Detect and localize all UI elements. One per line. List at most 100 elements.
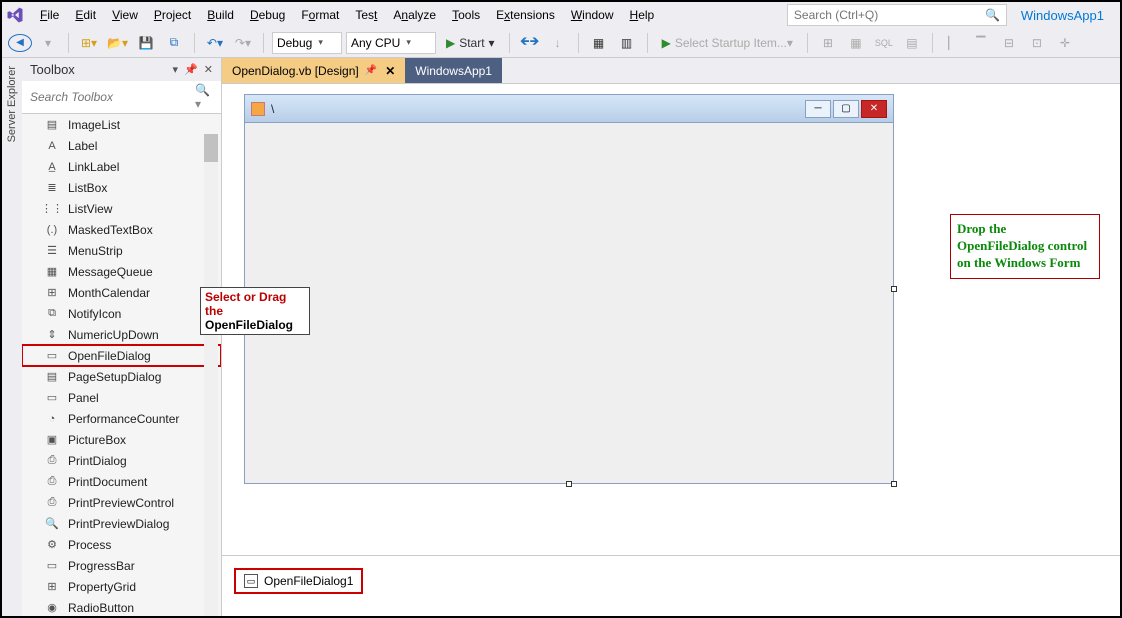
search-input[interactable] — [788, 8, 979, 22]
toolbox-item-process[interactable]: ⚙Process — [22, 534, 221, 555]
menu-edit[interactable]: Edit — [67, 5, 104, 25]
toolbox-item-menustrip[interactable]: ☰MenuStrip — [22, 240, 221, 261]
toolbox-item-label[interactable]: ALabel — [22, 135, 221, 156]
menu-view[interactable]: View — [104, 5, 146, 25]
toolbox-item-linklabel[interactable]: A̲LinkLabel — [22, 156, 221, 177]
add-existing-icon[interactable]: ▥ — [615, 31, 639, 55]
menu-build[interactable]: Build — [199, 5, 242, 25]
menu-extensions[interactable]: Extensions — [488, 5, 563, 25]
menu-analyze[interactable]: Analyze — [385, 5, 444, 25]
toolbox-item-messagequeue[interactable]: ▦MessageQueue — [22, 261, 221, 282]
toolbox-item-notifyicon[interactable]: ⧉NotifyIcon — [22, 303, 221, 324]
printdocument-icon: ⎙ — [44, 474, 60, 490]
step-into-icon[interactable]: ↓ — [546, 31, 570, 55]
menu-project[interactable]: Project — [146, 5, 199, 25]
toolbox-search-input[interactable] — [26, 88, 191, 106]
toolbox-item-pagesetupdialog[interactable]: ▤PageSetupDialog — [22, 366, 221, 387]
add-item-icon[interactable]: ▦ — [587, 31, 611, 55]
new-project-icon[interactable]: ⊞▾ — [77, 31, 101, 55]
resize-handle-bottom[interactable] — [566, 481, 572, 487]
linklabel-icon: A̲ — [44, 159, 60, 175]
toolbox-item-performancecounter[interactable]: ◔PerformanceCounter — [22, 408, 221, 429]
toolbox-item-maskedtextbox[interactable]: (.)MaskedTextBox — [22, 219, 221, 240]
toolbox-item-imagelist[interactable]: ▤ImageList — [22, 114, 221, 135]
tab-close-icon[interactable]: ✕ — [385, 64, 395, 78]
menu-debug[interactable]: Debug — [242, 5, 293, 25]
browser-link-icon[interactable]: 🡸🡺 — [518, 31, 542, 55]
center-h-icon[interactable]: ⊡ — [1025, 31, 1049, 55]
messagequeue-icon: ▦ — [44, 264, 60, 280]
toolbox-item-numericupdown[interactable]: ⇕NumericUpDown — [22, 324, 221, 345]
menu-tools[interactable]: Tools — [444, 5, 488, 25]
toolbox-item-radiobutton[interactable]: ◉RadioButton — [22, 597, 221, 616]
server-explorer-tab[interactable]: Server Explorer — [2, 58, 22, 616]
grid-icon[interactable]: ▦ — [844, 31, 868, 55]
redo-icon[interactable]: ↷▾ — [231, 31, 255, 55]
nav-forward-button[interactable]: ▾ — [36, 31, 60, 55]
resize-handle-right[interactable] — [891, 286, 897, 292]
component-tray[interactable]: ▭ OpenFileDialog1 — [222, 556, 1120, 616]
form-client-area[interactable] — [245, 123, 893, 483]
maximize-icon[interactable]: ▢ — [833, 100, 859, 118]
tab-opendialog-design[interactable]: OpenDialog.vb [Design] 📌 ✕ — [222, 58, 405, 83]
save-icon[interactable]: 💾 — [134, 31, 158, 55]
menu-window[interactable]: Window — [563, 5, 622, 25]
center-v-icon[interactable]: ✛ — [1053, 31, 1077, 55]
pin-icon[interactable]: 📌 — [184, 63, 198, 76]
tab-pin-icon[interactable]: 📌 — [365, 65, 377, 76]
resize-handle-corner[interactable] — [891, 481, 897, 487]
sql-icon[interactable]: SQL — [872, 31, 896, 55]
close-icon[interactable]: ✕ — [204, 63, 213, 76]
monthcalendar-icon: ⊞ — [44, 285, 60, 301]
toolbox-item-propertygrid[interactable]: ⊞PropertyGrid — [22, 576, 221, 597]
start-debug-button[interactable]: ▶Start▾ — [440, 32, 501, 54]
toolbox-item-printdialog[interactable]: ⎙PrintDialog — [22, 450, 221, 471]
window-position-icon[interactable]: ▾ — [173, 63, 179, 76]
toolbox-search[interactable]: 🔍▾ — [22, 81, 221, 114]
menu-test[interactable]: Test — [347, 5, 385, 25]
toolbox-header[interactable]: Toolbox ▾ 📌 ✕ — [22, 58, 221, 81]
minimize-icon[interactable]: ─ — [805, 100, 831, 118]
toolbox-item-progressbar[interactable]: ▭ProgressBar — [22, 555, 221, 576]
toolbox-item-picturebox[interactable]: ▣PictureBox — [22, 429, 221, 450]
menu-file[interactable]: File — [32, 5, 67, 25]
align-top-icon[interactable]: ▔ — [969, 31, 993, 55]
open-file-icon[interactable]: 📂▾ — [105, 31, 130, 55]
form-titlebar[interactable]: \ ─ ▢ ✕ — [245, 95, 893, 123]
form-designer-window[interactable]: \ ─ ▢ ✕ — [244, 94, 894, 484]
table-icon[interactable]: ▤ — [900, 31, 924, 55]
save-all-icon[interactable]: ⧉ — [162, 31, 186, 55]
quick-launch-search[interactable]: 🔍 — [787, 4, 1007, 26]
close-icon[interactable]: ✕ — [861, 100, 887, 118]
progressbar-icon: ▭ — [44, 558, 60, 574]
toolbox-item-label: Process — [68, 538, 111, 552]
form-icon — [251, 102, 265, 116]
toolbox-list[interactable]: ▤ImageListALabelA̲LinkLabel≣ListBox⋮⋮Lis… — [22, 114, 221, 616]
toolbox-item-label: Panel — [68, 391, 99, 405]
solution-config-dropdown[interactable]: Debug▾ — [272, 32, 342, 54]
toolbox-scrollbar[interactable] — [204, 134, 218, 616]
nav-back-button[interactable]: ◀ — [8, 34, 32, 52]
toolbox-item-printdocument[interactable]: ⎙PrintDocument — [22, 471, 221, 492]
toolbox-item-printpreviewcontrol[interactable]: ⎙PrintPreviewControl — [22, 492, 221, 513]
toolbox-item-openfiledialog[interactable]: ▭OpenFileDialog — [22, 345, 221, 366]
toolbox-item-label: PropertyGrid — [68, 580, 136, 594]
align-left-icon[interactable]: ▏ — [941, 31, 965, 55]
component-openfiledialog1[interactable]: ▭ OpenFileDialog1 — [234, 568, 363, 594]
tab-windowsapp1[interactable]: WindowsApp1 — [405, 58, 502, 83]
designer-canvas[interactable]: \ ─ ▢ ✕ Drop the OpenFileDialog control … — [222, 84, 1120, 556]
menu-help[interactable]: Help — [622, 5, 663, 25]
startup-item-dropdown[interactable]: ▶Select Startup Item...▾ — [656, 32, 799, 54]
toolbox-item-listview[interactable]: ⋮⋮ListView — [22, 198, 221, 219]
undo-icon[interactable]: ↶▾ — [203, 31, 227, 55]
toolbox-item-monthcalendar[interactable]: ⊞MonthCalendar — [22, 282, 221, 303]
printpreviewcontrol-icon: ⎙ — [44, 495, 60, 511]
same-size-icon[interactable]: ⊟ — [997, 31, 1021, 55]
maskedtextbox-icon: (.) — [44, 222, 60, 238]
menu-format[interactable]: Format — [293, 5, 347, 25]
toolbox-item-listbox[interactable]: ≣ListBox — [22, 177, 221, 198]
layout-icon[interactable]: ⊞ — [816, 31, 840, 55]
toolbox-item-printpreviewdialog[interactable]: 🔍PrintPreviewDialog — [22, 513, 221, 534]
toolbox-item-panel[interactable]: ▭Panel — [22, 387, 221, 408]
solution-platform-dropdown[interactable]: Any CPU▾ — [346, 32, 436, 54]
